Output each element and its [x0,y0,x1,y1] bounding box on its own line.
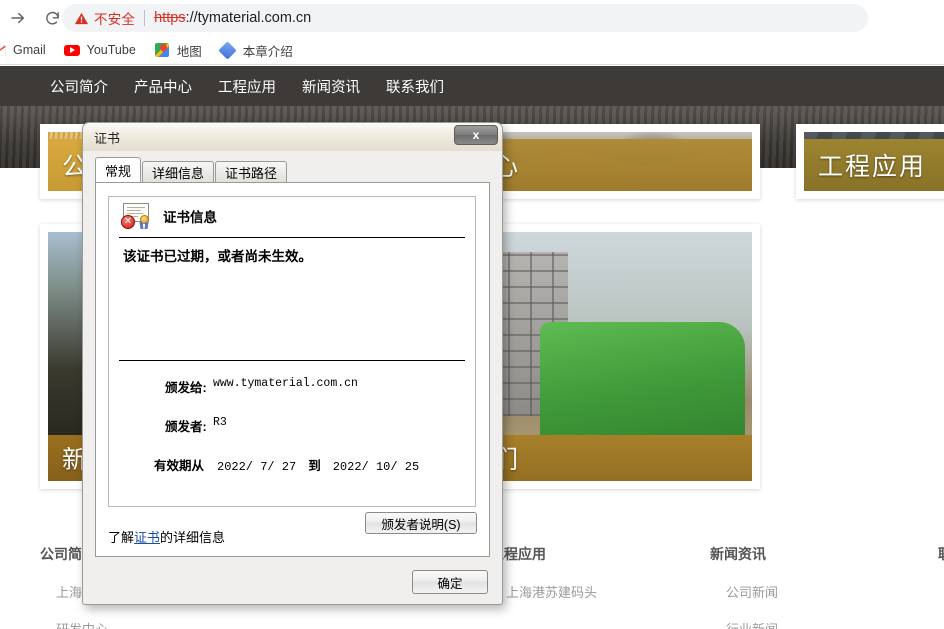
certificate-info-title: 证书信息 [163,210,217,225]
issuer-statement-button[interactable]: 颁发者说明(S) [365,512,477,534]
blue-diamond-icon [218,40,237,60]
issuer-label: 颁发者: [165,420,207,434]
learn-more-text: 了解证书的详细信息 [108,527,225,546]
issuer-value: R3 [213,416,227,429]
url-host: ://tymaterial.com.cn [185,10,312,26]
footer-link[interactable]: 研发中心 [40,619,108,629]
screen: 公司简介 产品中心 工程应用 新闻资讯 联系我们 公司简介 产品中心 工程应用 [0,0,944,629]
youtube-icon [63,42,80,58]
tab-certification-path[interactable]: 证书路径 [215,161,288,182]
warning-triangle-icon [74,11,89,26]
site-navigation-bar: 公司简介 产品中心 工程应用 新闻资讯 联系我们 [0,66,944,106]
footer-column-news: 新闻资讯 公司新闻 行业新闻 [710,544,778,629]
google-maps-icon [154,42,170,58]
footer-column-engineering: 工程应用 上海港苏建码头 [490,544,597,601]
bookmark-label: 本章介绍 [242,44,293,59]
tab-details[interactable]: 详细信息 [142,161,215,182]
valid-to-value: 2022/ 10/ 25 [332,460,420,474]
certificate-info-box: ✕ 证书信息 该证书已过期，或者尚未生效。 颁发给: www.tymateria… [108,196,476,507]
bookmark-label: Gmail [13,43,46,57]
site-nav-item-3[interactable]: 新闻资讯 [302,76,360,97]
validity-label: 有效期从 [154,459,205,473]
close-icon[interactable]: x [454,125,498,145]
forward-arrow-icon[interactable] [2,2,34,34]
valid-from-value: 2022/ 7/ 27 [217,460,297,474]
dialog-tabstrip: 常规 详细信息 证书路径 [95,157,288,182]
bookmarks-bar: Gmail YouTube 地图 本章介绍 [0,36,944,65]
site-nav-item-0[interactable]: 公司简介 [50,76,108,97]
certificate-error-icon: ✕ [121,203,151,229]
certificate-status-message: 该证书已过期，或者尚未生效。 [123,249,312,264]
dialog-title-label: 证书 [94,131,121,146]
divider-middle [119,360,465,361]
footer-link[interactable]: 行业新闻 [710,619,778,629]
issued-to-value: www.tymaterial.com.cn [213,377,358,390]
card-banner-label: 工程应用 [804,139,944,191]
certificate-dialog: 证书 x 常规 详细信息 证书路径 ✕ 证书信息 该证书已过期，或者尚未生效。 … [82,122,503,605]
bookmark-label: 地图 [176,44,202,59]
bookmark-gmail[interactable]: Gmail [0,38,54,62]
certificate-link[interactable]: 证书 [134,530,160,545]
site-nav-item-2[interactable]: 工程应用 [218,76,276,97]
omnibox-divider [144,10,146,26]
dialog-body: 常规 详细信息 证书路径 ✕ 证书信息 该证书已过期，或者尚未生效。 颁发给: … [83,151,502,604]
truck-stripe-shape [603,383,724,407]
footer-heading: 工程应用 [490,546,546,562]
site-nav-item-4[interactable]: 联系我们 [386,76,444,97]
learn-prefix: 了解 [108,530,135,545]
certificate-info-header: ✕ 证书信息 [109,197,475,235]
validity-dates: 2022/ 7/ 27 到 2022/ 10/ 25 [217,455,419,474]
divider-top [119,237,465,238]
tab-general[interactable]: 常规 [95,157,142,182]
learn-suffix: 的详细信息 [160,530,226,545]
bookmark-maps[interactable]: 地图 [146,38,210,62]
navigation-buttons [0,0,68,36]
footer-column-contact: 联 [938,544,944,564]
dialog-title-bar[interactable]: 证书 x [83,123,502,151]
card-engineering-application[interactable]: 工程应用 [796,124,944,199]
gmail-icon [0,42,6,58]
address-bar[interactable]: 不安全 https://tymaterial.com.cn [62,4,868,32]
truck-cab-shape [624,331,731,442]
site-nav-item-1[interactable]: 产品中心 [134,76,192,97]
url-scheme: https [154,10,186,26]
browser-toolbar: 不安全 https://tymaterial.com.cn [0,0,944,36]
tab-panel-general: ✕ 证书信息 该证书已过期，或者尚未生效。 颁发给: www.tymateria… [95,182,490,557]
bookmark-label: YouTube [86,43,136,57]
ok-button[interactable]: 确定 [412,570,488,594]
footer-link[interactable]: 公司新闻 [710,582,778,601]
not-secure-label: 不安全 [94,12,136,27]
valid-to-word: 到 [308,459,321,473]
url-text: https://tymaterial.com.cn [154,10,311,26]
issued-to-label: 颁发给: [165,381,207,395]
footer-link[interactable]: 上海港苏建码头 [490,582,597,601]
footer-heading: 联 [938,544,944,564]
footer-heading: 新闻资讯 [710,546,766,562]
bookmark-youtube[interactable]: YouTube [56,38,144,62]
bookmark-chapter-intro[interactable]: 本章介绍 [212,38,301,62]
